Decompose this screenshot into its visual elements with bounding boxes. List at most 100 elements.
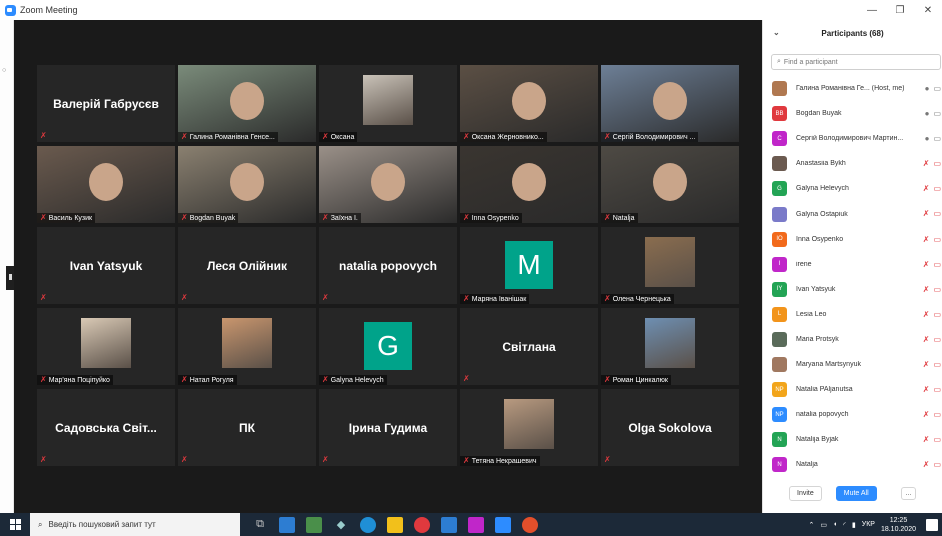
calculator-icon[interactable] — [279, 516, 295, 533]
zoom-taskbar-icon[interactable] — [495, 516, 511, 533]
video-tile[interactable]: Ivan Yatsyuk ✗ — [37, 227, 175, 304]
participant-row[interactable]: Anastasiia Bykh ✗ ▭ — [763, 151, 942, 176]
camera-icon[interactable]: ▭ — [933, 84, 941, 93]
camera-icon[interactable]: ▭ — [933, 360, 941, 369]
video-tile[interactable]: Леся Олійник ✗ — [178, 227, 316, 304]
defender-icon[interactable]: ◆ — [333, 517, 349, 533]
participant-row[interactable]: G Galyna Helevych ✗ ▭ — [763, 176, 942, 201]
participant-row[interactable]: С Сергій Володимирович Мартин... ● ▭ — [763, 126, 942, 151]
invite-button[interactable]: Invite — [789, 485, 822, 501]
mic-icon[interactable]: ● — [925, 84, 930, 93]
network-icon[interactable]: ▭ — [820, 521, 827, 529]
mic-muted-icon[interactable]: ✗ — [923, 159, 930, 168]
battery-icon[interactable]: ▮ — [852, 521, 856, 529]
mail-icon[interactable] — [441, 516, 457, 533]
camera-icon[interactable]: ▭ — [933, 134, 941, 143]
video-tile[interactable]: ✗ Галина Романівна Генсе... — [178, 65, 316, 142]
camera-icon[interactable]: ▭ — [933, 285, 941, 294]
camera-icon[interactable]: ▭ — [933, 460, 941, 469]
video-tile[interactable]: ✗ Сергій Володимирович ... — [601, 65, 739, 142]
video-tile[interactable]: Ірина Гудима ✗ — [319, 389, 457, 466]
mic-muted-icon[interactable]: ✗ — [923, 460, 930, 469]
notification-icon[interactable] — [926, 518, 938, 531]
participant-row[interactable]: Галина Романівна Ге... (Host, me) ● ▭ — [763, 76, 942, 101]
video-tile[interactable]: Olga Sokolova ✗ — [601, 389, 739, 466]
mic-muted-icon[interactable]: ✗ — [923, 435, 930, 444]
video-tile[interactable]: Валерій Габрусєв ✗ — [37, 65, 175, 142]
video-tile[interactable]: M ✗ Маряна Іванішак — [460, 227, 598, 304]
video-tile[interactable]: G ✗ Galyna Helevych — [319, 308, 457, 385]
camera-icon[interactable]: ▭ — [933, 385, 941, 394]
video-tile[interactable]: ✗ Мар'яна Поціпуйко — [37, 308, 175, 385]
participant-row[interactable]: L Lesia Leo ✗ ▭ — [763, 302, 942, 327]
mic-muted-icon[interactable]: ✗ — [923, 310, 930, 319]
mute-all-button[interactable]: Mute All — [835, 485, 877, 501]
video-tile[interactable]: ✗ Оксана — [319, 65, 457, 142]
store-icon[interactable] — [387, 516, 403, 533]
camera-icon[interactable]: ▭ — [933, 235, 941, 244]
participant-row[interactable]: Maryana Martsynyuk ✗ ▭ — [763, 352, 942, 377]
tray-chevron-icon[interactable]: ⌃ — [808, 521, 814, 529]
participant-row[interactable]: BB Bogdan Buyak ● ▭ — [763, 101, 942, 126]
participant-search-input[interactable]: ⌕ Find a participant — [771, 54, 941, 70]
camera-icon[interactable]: ▭ — [933, 184, 941, 193]
mic-muted-icon[interactable]: ✗ — [923, 385, 930, 394]
mixer-icon[interactable] — [306, 516, 322, 533]
camera-icon[interactable]: ▭ — [933, 310, 941, 319]
video-tile[interactable]: ✗ Natalja — [601, 146, 739, 223]
mic-muted-icon[interactable]: ✗ — [923, 410, 930, 419]
participant-row[interactable]: Maria Protsyk ✗ ▭ — [763, 327, 942, 352]
camera-icon[interactable]: ▭ — [933, 260, 941, 269]
mic-icon[interactable]: ● — [925, 134, 930, 143]
video-tile[interactable]: ✗ Заїхна І. — [319, 146, 457, 223]
participant-row[interactable]: NP natalia popovych ✗ ▭ — [763, 402, 942, 427]
participant-row[interactable]: Iirene ✗ ▭ — [763, 252, 942, 277]
language-indicator[interactable]: УКР — [862, 521, 875, 528]
video-tile[interactable]: ✗ Bogdan Buyak — [178, 146, 316, 223]
mic-muted-icon[interactable]: ✗ — [923, 335, 930, 344]
video-tile[interactable]: ПК ✗ — [178, 389, 316, 466]
mic-icon[interactable]: ● — [925, 109, 930, 118]
video-tile[interactable]: ✗ Олена Чернецька — [601, 227, 739, 304]
chrome-icon[interactable] — [414, 516, 430, 533]
camera-icon[interactable]: ▭ — [933, 335, 941, 344]
mic-muted-icon[interactable]: ✗ — [923, 235, 930, 244]
volume-icon[interactable]: ◖ — [833, 521, 837, 528]
video-tile[interactable]: ✗ Василь Кузик — [37, 146, 175, 223]
restore-icon[interactable]: ❐ — [886, 0, 914, 20]
camera-icon[interactable]: ▭ — [933, 435, 941, 444]
video-tile[interactable]: ✗ Оксана Жерновнико... — [460, 65, 598, 142]
mic-muted-icon[interactable]: ✗ — [923, 360, 930, 369]
task-view-icon[interactable]: ⧉ — [252, 517, 268, 533]
mic-muted-icon[interactable]: ✗ — [923, 260, 930, 269]
video-tile[interactable]: Світлана ✗ — [460, 308, 598, 385]
video-tile[interactable]: Садовська Світ... ✗ — [37, 389, 175, 466]
participant-row[interactable]: IY Ivan Yatsyuk ✗ ▭ — [763, 277, 942, 302]
video-tile[interactable]: ✗ Натал Рогуля — [178, 308, 316, 385]
wifi-icon[interactable]: ◜ — [843, 521, 846, 529]
mic-muted-icon[interactable]: ✗ — [923, 285, 930, 294]
clock[interactable]: 12:25 18.10.2020 — [881, 516, 916, 534]
edge-icon[interactable] — [360, 516, 376, 533]
camera-icon[interactable]: ▭ — [933, 159, 941, 168]
more-button[interactable]: ... — [900, 486, 917, 500]
mic-muted-icon[interactable]: ✗ — [923, 184, 930, 193]
participant-row[interactable]: IO Inna Osypenko ✗ ▭ — [763, 227, 942, 252]
mic-muted-icon[interactable]: ✗ — [923, 209, 930, 218]
chevron-down-icon[interactable]: ⌄ — [773, 28, 780, 37]
media-player-icon[interactable] — [522, 516, 538, 533]
camera-icon[interactable]: ▭ — [933, 410, 941, 419]
camera-icon[interactable]: ▭ — [933, 209, 941, 218]
start-button[interactable] — [0, 513, 30, 536]
video-tile[interactable]: ✗ Роман Цинкалюк — [601, 308, 739, 385]
close-icon[interactable]: ✕ — [914, 0, 942, 20]
photos-icon[interactable] — [468, 516, 484, 533]
participant-row[interactable]: Galyna Ostapiuk ✗ ▭ — [763, 201, 942, 226]
video-tile[interactable]: ✗ Inna Osypenko — [460, 146, 598, 223]
taskbar-search-box[interactable]: ⌕ Введіть пошуковий запит тут — [30, 513, 240, 536]
minimize-icon[interactable]: — — [858, 0, 886, 20]
camera-icon[interactable]: ▭ — [933, 109, 941, 118]
participant-row[interactable]: NP Natalia PAljanutsa ✗ ▭ — [763, 377, 942, 402]
participant-row[interactable]: N Natalija Byjak ✗ ▭ — [763, 427, 942, 452]
video-tile[interactable]: ✗ Тетяна Некрашевич — [460, 389, 598, 466]
